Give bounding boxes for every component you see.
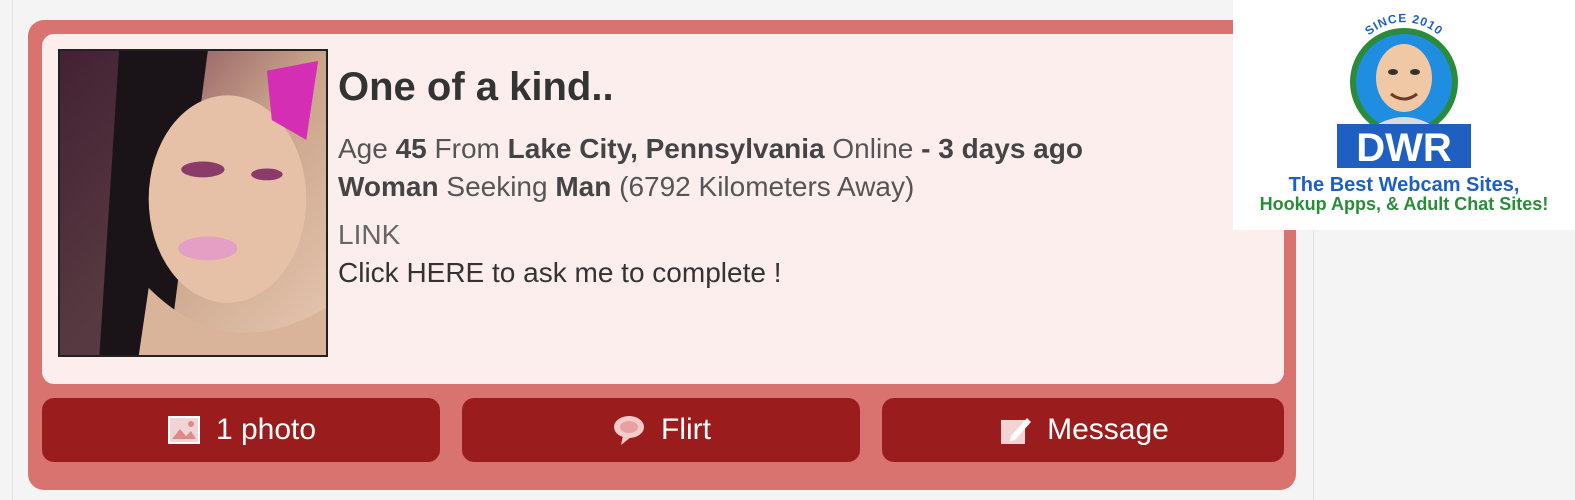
- online-label: Online: [832, 133, 914, 164]
- photos-button-label: 1 photo: [215, 413, 317, 446]
- profile-photo[interactable]: [58, 49, 328, 357]
- distance-value: (6792 Kilometers Away): [619, 171, 915, 202]
- profile-actions: 1 photo Flirt Message: [42, 398, 1284, 462]
- profile-headline: One of a kind..: [338, 65, 614, 109]
- profile-details-panel: One of a kind.. Age 45 From Lake City, P…: [42, 34, 1284, 384]
- logo-tagline-2: Hookup Apps, & Adult Chat Sites!: [1259, 194, 1549, 214]
- profile-summary-line: Age 45 From Lake City, Pennsylvania Onli…: [338, 130, 1158, 168]
- flirt-button[interactable]: Flirt: [462, 398, 860, 462]
- seeking-value: Man: [555, 171, 612, 202]
- profile-card: One of a kind.. Age 45 From Lake City, P…: [28, 20, 1296, 490]
- speech-bubble-icon: [611, 412, 647, 448]
- photos-button[interactable]: 1 photo: [42, 398, 440, 462]
- age-label: Age: [338, 133, 388, 164]
- profile-info: One of a kind.. Age 45 From Lake City, P…: [338, 64, 1158, 292]
- profile-photo-image: [60, 51, 326, 355]
- from-label: From: [434, 133, 500, 164]
- complete-profile-link[interactable]: Click HERE to ask me to complete !: [338, 254, 1158, 292]
- image-icon: [166, 412, 202, 448]
- edit-note-icon: [997, 412, 1033, 448]
- location-value: Lake City, Pennsylvania: [507, 133, 825, 164]
- dwr-logo[interactable]: SINCE 2010 DWR The Best Webcam Sites, Ho…: [1233, 0, 1575, 230]
- last-online-value: - 3 days ago: [921, 133, 1083, 164]
- age-value: 45: [395, 133, 427, 164]
- message-button[interactable]: Message: [882, 398, 1284, 462]
- brand-text: DWR: [1356, 126, 1452, 170]
- seeking-label: Seeking: [446, 171, 548, 202]
- message-button-label: Message: [1047, 413, 1169, 446]
- link-label: LINK: [338, 219, 401, 250]
- flirt-button-label: Flirt: [661, 413, 711, 446]
- gender-value: Woman: [338, 171, 439, 202]
- profile-seeking-line: Woman Seeking Man (6792 Kilometers Away): [338, 168, 1158, 206]
- dwr-logo-badge: SINCE 2010 DWR: [1337, 11, 1471, 170]
